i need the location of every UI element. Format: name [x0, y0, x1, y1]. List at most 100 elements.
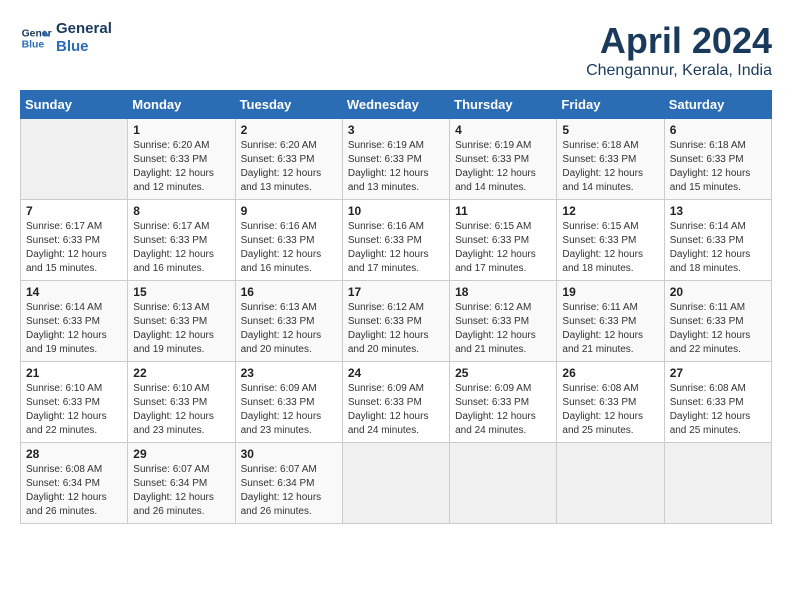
calendar-cell: 20Sunrise: 6:11 AM Sunset: 6:33 PM Dayli…	[664, 281, 771, 362]
calendar-cell: 9 Sunrise: 6:16 AM Sunset: 6:33 PM Daylig…	[235, 200, 342, 281]
logo-general: General	[56, 20, 112, 38]
day-number: 30	[241, 447, 337, 461]
calendar-week-row: 21Sunrise: 6:10 AM Sunset: 6:33 PM Dayli…	[21, 362, 772, 443]
day-content: Sunrise: 6:18 AM Sunset: 6:33 PM Dayligh…	[670, 139, 766, 195]
day-content: Sunrise: 6:20 AM Sunset: 6:33 PM Dayligh…	[133, 139, 229, 195]
calendar-cell: 16 Sunrise: 6:13 AM Sunset: 6:33 PM Dayli…	[235, 281, 342, 362]
day-content: Sunrise: 6:13 AM Sunset: 6:33 PM Dayligh…	[241, 301, 337, 357]
day-number: 16	[241, 285, 337, 299]
logo-icon: General Blue	[20, 22, 52, 54]
calendar-cell: 28Sunrise: 6:08 AM Sunset: 6:34 PM Dayli…	[21, 443, 128, 524]
calendar-cell: 4 Sunrise: 6:19 AM Sunset: 6:33 PM Daylig…	[450, 119, 557, 200]
weekday-header: Friday	[557, 91, 664, 119]
calendar-cell: 22Sunrise: 6:10 AM Sunset: 6:33 PM Dayli…	[128, 362, 235, 443]
calendar-cell: 14 Sunrise: 6:14 AM Sunset: 6:33 PM Dayli…	[21, 281, 128, 362]
day-content: Sunrise: 6:13 AM Sunset: 6:33 PM Dayligh…	[133, 301, 229, 357]
calendar-week-row: 28Sunrise: 6:08 AM Sunset: 6:34 PM Dayli…	[21, 443, 772, 524]
day-number: 11	[455, 204, 551, 218]
weekday-header: Saturday	[664, 91, 771, 119]
calendar-cell: 27 Sunrise: 6:08 AM Sunset: 6:33 PM Dayli…	[664, 362, 771, 443]
day-number: 10	[348, 204, 444, 218]
day-content: Sunrise: 6:19 AM Sunset: 6:33 PM Dayligh…	[348, 139, 444, 195]
calendar-cell: 8 Sunrise: 6:17 AM Sunset: 6:33 PM Daylig…	[128, 200, 235, 281]
calendar-cell: 6 Sunrise: 6:18 AM Sunset: 6:33 PM Daylig…	[664, 119, 771, 200]
calendar-cell: 19 Sunrise: 6:11 AM Sunset: 6:33 PM Dayli…	[557, 281, 664, 362]
day-content: Sunrise: 6:16 AM Sunset: 6:33 PM Dayligh…	[348, 220, 444, 276]
calendar-header: SundayMondayTuesdayWednesdayThursdayFrid…	[21, 91, 772, 119]
calendar-cell	[342, 443, 449, 524]
day-content: Sunrise: 6:09 AM Sunset: 6:33 PM Dayligh…	[241, 382, 337, 438]
calendar-cell: 26Sunrise: 6:08 AM Sunset: 6:33 PM Dayli…	[557, 362, 664, 443]
day-content: Sunrise: 6:14 AM Sunset: 6:33 PM Dayligh…	[26, 301, 122, 357]
day-content: Sunrise: 6:11 AM Sunset: 6:33 PM Dayligh…	[562, 301, 658, 357]
calendar-cell: 17Sunrise: 6:12 AM Sunset: 6:33 PM Dayli…	[342, 281, 449, 362]
calendar-cell: 24Sunrise: 6:09 AM Sunset: 6:33 PM Dayli…	[342, 362, 449, 443]
weekday-header: Monday	[128, 91, 235, 119]
day-content: Sunrise: 6:07 AM Sunset: 6:34 PM Dayligh…	[241, 463, 337, 519]
calendar-cell: 3 Sunrise: 6:19 AM Sunset: 6:33 PM Daylig…	[342, 119, 449, 200]
day-content: Sunrise: 6:09 AM Sunset: 6:33 PM Dayligh…	[348, 382, 444, 438]
calendar-cell: 12Sunrise: 6:15 AM Sunset: 6:33 PM Dayli…	[557, 200, 664, 281]
day-number: 25	[455, 366, 551, 380]
calendar-cell	[21, 119, 128, 200]
day-content: Sunrise: 6:19 AM Sunset: 6:33 PM Dayligh…	[455, 139, 551, 195]
day-number: 12	[562, 204, 658, 218]
weekday-header: Sunday	[21, 91, 128, 119]
calendar-table: SundayMondayTuesdayWednesdayThursdayFrid…	[20, 90, 772, 524]
title-block: April 2024 Chengannur, Kerala, India	[586, 20, 772, 80]
calendar-cell	[557, 443, 664, 524]
day-number: 13	[670, 204, 766, 218]
day-content: Sunrise: 6:09 AM Sunset: 6:33 PM Dayligh…	[455, 382, 551, 438]
calendar-cell: 13Sunrise: 6:14 AM Sunset: 6:33 PM Dayli…	[664, 200, 771, 281]
day-number: 8	[133, 204, 229, 218]
day-number: 26	[562, 366, 658, 380]
calendar-cell: 29Sunrise: 6:07 AM Sunset: 6:34 PM Dayli…	[128, 443, 235, 524]
day-content: Sunrise: 6:20 AM Sunset: 6:33 PM Dayligh…	[241, 139, 337, 195]
logo: General Blue General Blue	[20, 20, 112, 56]
calendar-week-row: 7 Sunrise: 6:17 AM Sunset: 6:33 PM Daylig…	[21, 200, 772, 281]
day-number: 19	[562, 285, 658, 299]
day-number: 14	[26, 285, 122, 299]
day-content: Sunrise: 6:08 AM Sunset: 6:34 PM Dayligh…	[26, 463, 122, 519]
calendar-cell	[450, 443, 557, 524]
day-number: 4	[455, 123, 551, 137]
day-number: 15	[133, 285, 229, 299]
calendar-cell: 7Sunrise: 6:17 AM Sunset: 6:33 PM Daylig…	[21, 200, 128, 281]
calendar-cell: 2 Sunrise: 6:20 AM Sunset: 6:33 PM Daylig…	[235, 119, 342, 200]
weekday-header: Wednesday	[342, 91, 449, 119]
day-content: Sunrise: 6:10 AM Sunset: 6:33 PM Dayligh…	[26, 382, 122, 438]
day-content: Sunrise: 6:18 AM Sunset: 6:33 PM Dayligh…	[562, 139, 658, 195]
calendar-cell: 30 Sunrise: 6:07 AM Sunset: 6:34 PM Dayli…	[235, 443, 342, 524]
weekday-header: Thursday	[450, 91, 557, 119]
calendar-cell	[664, 443, 771, 524]
calendar-cell: 10 Sunrise: 6:16 AM Sunset: 6:33 PM Dayli…	[342, 200, 449, 281]
day-number: 3	[348, 123, 444, 137]
day-number: 23	[241, 366, 337, 380]
calendar-cell: 23 Sunrise: 6:09 AM Sunset: 6:33 PM Dayli…	[235, 362, 342, 443]
day-number: 22	[133, 366, 229, 380]
day-content: Sunrise: 6:12 AM Sunset: 6:33 PM Dayligh…	[455, 301, 551, 357]
calendar-cell: 25 Sunrise: 6:09 AM Sunset: 6:33 PM Dayli…	[450, 362, 557, 443]
calendar-cell: 15 Sunrise: 6:13 AM Sunset: 6:33 PM Dayli…	[128, 281, 235, 362]
calendar-cell: 11Sunrise: 6:15 AM Sunset: 6:33 PM Dayli…	[450, 200, 557, 281]
day-content: Sunrise: 6:08 AM Sunset: 6:33 PM Dayligh…	[670, 382, 766, 438]
calendar-body: 1 Sunrise: 6:20 AM Sunset: 6:33 PM Daylig…	[21, 119, 772, 524]
day-number: 1	[133, 123, 229, 137]
day-number: 9	[241, 204, 337, 218]
day-content: Sunrise: 6:17 AM Sunset: 6:33 PM Dayligh…	[133, 220, 229, 276]
calendar-cell: 1 Sunrise: 6:20 AM Sunset: 6:33 PM Daylig…	[128, 119, 235, 200]
calendar-cell: 21Sunrise: 6:10 AM Sunset: 6:33 PM Dayli…	[21, 362, 128, 443]
header-row: SundayMondayTuesdayWednesdayThursdayFrid…	[21, 91, 772, 119]
logo-blue: Blue	[56, 38, 112, 56]
day-number: 6	[670, 123, 766, 137]
day-number: 27	[670, 366, 766, 380]
day-content: Sunrise: 6:16 AM Sunset: 6:33 PM Dayligh…	[241, 220, 337, 276]
day-number: 17	[348, 285, 444, 299]
day-number: 7	[26, 204, 122, 218]
page-header: General Blue General Blue April 2024 Che…	[20, 20, 772, 80]
day-number: 2	[241, 123, 337, 137]
weekday-header: Tuesday	[235, 91, 342, 119]
day-content: Sunrise: 6:07 AM Sunset: 6:34 PM Dayligh…	[133, 463, 229, 519]
day-number: 5	[562, 123, 658, 137]
svg-text:Blue: Blue	[22, 40, 45, 51]
